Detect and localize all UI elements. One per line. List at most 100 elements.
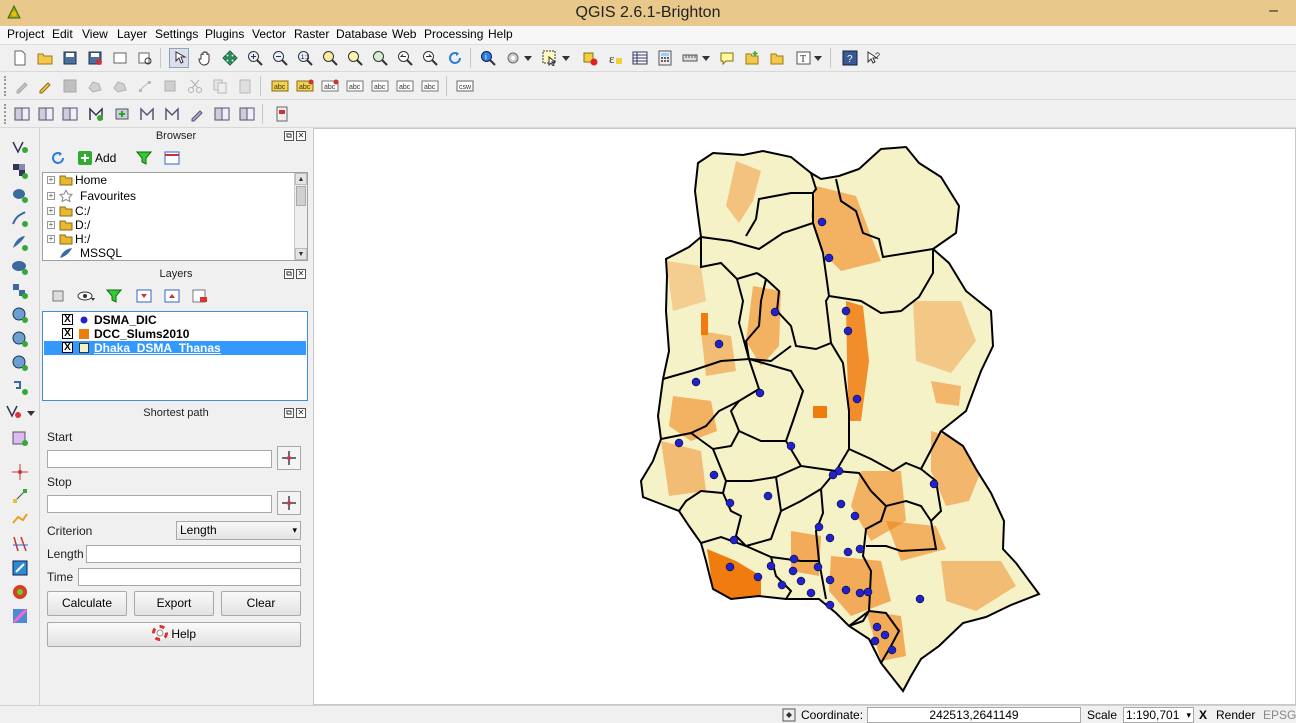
- pan-to-selection-icon[interactable]: [220, 48, 240, 68]
- zoom-to-layer-icon[interactable]: [370, 48, 390, 68]
- float-panel-icon[interactable]: ⧉: [284, 131, 294, 141]
- rotate-label-icon[interactable]: abc: [395, 76, 415, 96]
- whats-this-icon[interactable]: ?: [864, 48, 884, 68]
- run-feature-action-icon[interactable]: [503, 48, 523, 68]
- capture-point-icon[interactable]: [10, 462, 30, 482]
- layer-item-dhaka-thanas[interactable]: X Dhaka_DSMA_Thanas: [44, 341, 306, 355]
- menu-help[interactable]: Help: [488, 27, 513, 41]
- visibility-eye-icon[interactable]: [76, 286, 96, 306]
- expand-layers-icon[interactable]: [134, 286, 154, 306]
- float-panel-icon[interactable]: ⧉: [284, 408, 294, 418]
- layer-item-dsma-dic[interactable]: X DSMA_DIC: [44, 313, 306, 327]
- menu-web[interactable]: Web: [392, 27, 416, 41]
- zoom-in-icon[interactable]: [245, 48, 265, 68]
- toggle-extents-icon[interactable]: [782, 708, 796, 722]
- chevron-down-icon[interactable]: [522, 48, 534, 68]
- add-feature-icon[interactable]: [85, 76, 105, 96]
- text-annotation-icon[interactable]: T: [794, 48, 814, 68]
- save-as-icon[interactable]: [85, 48, 105, 68]
- tree-item-favourites[interactable]: + Favourites: [43, 189, 295, 204]
- export-button[interactable]: Export: [134, 591, 214, 616]
- expand-all-icon[interactable]: [48, 286, 68, 306]
- spatial-query-icon[interactable]: [10, 558, 30, 578]
- touch-zoom-pan-icon[interactable]: [169, 48, 189, 68]
- add-delimited-text-icon[interactable]: [237, 104, 257, 124]
- show-bookmarks-icon[interactable]: [767, 48, 787, 68]
- menu-edit[interactable]: Edit: [52, 27, 73, 41]
- add-raster-icon[interactable]: [10, 161, 30, 181]
- close-panel-icon[interactable]: ✕: [296, 408, 306, 418]
- tree-item-c-drive[interactable]: + C:/: [43, 204, 295, 219]
- refresh-browser-icon[interactable]: [48, 148, 68, 168]
- add-postgis-icon[interactable]: [10, 185, 30, 205]
- minimize-button[interactable]: –: [1269, 2, 1278, 20]
- add-raster-layer-icon[interactable]: [36, 104, 56, 124]
- delete-selected-icon[interactable]: [160, 76, 180, 96]
- time-field[interactable]: [78, 568, 301, 586]
- menu-project[interactable]: Project: [7, 27, 44, 41]
- layer-visibility-checkbox[interactable]: X: [62, 328, 73, 339]
- menu-settings[interactable]: Settings: [155, 27, 198, 41]
- map-tips-icon[interactable]: [717, 48, 737, 68]
- add-oracle-layer-icon[interactable]: [137, 104, 157, 124]
- layer-item-dcc-slums[interactable]: X DCC_Slums2010: [44, 327, 306, 341]
- filter-icon[interactable]: [134, 148, 154, 168]
- layer-visibility-checkbox[interactable]: X: [62, 314, 73, 325]
- show-hide-labels-icon[interactable]: abc: [345, 76, 365, 96]
- paste-features-icon[interactable]: [235, 76, 255, 96]
- layer-labeling-icon[interactable]: abc: [270, 76, 290, 96]
- menu-view[interactable]: View: [82, 27, 108, 41]
- browser-scrollbar[interactable]: ▲ ▼: [294, 173, 307, 260]
- heatmap-icon[interactable]: [10, 606, 30, 626]
- deselect-features-icon[interactable]: [580, 48, 600, 68]
- cut-features-icon[interactable]: [185, 76, 205, 96]
- add-spatialite-icon[interactable]: [10, 209, 30, 229]
- topology-checker-icon[interactable]: [10, 510, 30, 530]
- close-panel-icon[interactable]: ✕: [296, 131, 306, 141]
- new-bookmark-icon[interactable]: [742, 48, 762, 68]
- map-svg[interactable]: [314, 129, 1296, 706]
- length-field[interactable]: [86, 545, 301, 563]
- georeferencer-icon[interactable]: [10, 486, 30, 506]
- move-feature-icon[interactable]: [110, 76, 130, 96]
- collapse-layers-icon[interactable]: [162, 286, 182, 306]
- open-project-icon[interactable]: [35, 48, 55, 68]
- change-label-icon[interactable]: abc: [420, 76, 440, 96]
- add-virtual-layer-icon[interactable]: [10, 428, 30, 448]
- add-mssql-icon[interactable]: [10, 233, 30, 253]
- zoom-to-selection-icon[interactable]: [345, 48, 365, 68]
- zoom-next-icon[interactable]: [420, 48, 440, 68]
- move-label-icon[interactable]: abc: [370, 76, 390, 96]
- add-mssql-layer-icon[interactable]: [112, 104, 132, 124]
- add-wcs-layer-icon[interactable]: [187, 104, 207, 124]
- identify-features-icon[interactable]: i: [478, 48, 498, 68]
- tree-item-h-drive[interactable]: + H:/: [43, 232, 295, 247]
- attribute-table-icon[interactable]: [630, 48, 650, 68]
- metasearch-csw-icon[interactable]: csw: [455, 76, 475, 96]
- add-wms-icon[interactable]: [10, 281, 30, 301]
- highlight-pinned-labels-icon[interactable]: abc: [295, 76, 315, 96]
- add-button[interactable]: Add: [78, 148, 116, 168]
- menu-processing[interactable]: Processing: [424, 27, 483, 41]
- add-wfs-server-icon[interactable]: [10, 353, 30, 373]
- toggle-editing-icon[interactable]: [35, 76, 55, 96]
- clear-button[interactable]: Clear: [221, 591, 301, 616]
- stop-input[interactable]: [47, 495, 272, 513]
- add-oracle-icon[interactable]: [10, 257, 30, 277]
- collapse-all-icon[interactable]: [162, 148, 182, 168]
- add-wfs-icon[interactable]: [10, 329, 30, 349]
- add-postgis-layer-icon[interactable]: [60, 104, 80, 124]
- current-edits-icon[interactable]: [12, 76, 32, 96]
- road-graph-icon[interactable]: [10, 534, 30, 554]
- measure-line-icon[interactable]: [680, 48, 700, 68]
- calculate-button[interactable]: Calculate: [47, 591, 127, 616]
- add-vector-icon[interactable]: [10, 137, 30, 157]
- refresh-icon[interactable]: [445, 48, 465, 68]
- scale-combo[interactable]: 1:190,701 ▾: [1123, 707, 1194, 723]
- zoom-out-icon[interactable]: [270, 48, 290, 68]
- menu-vector[interactable]: Vector: [252, 27, 286, 41]
- chevron-down-icon[interactable]: [560, 48, 572, 68]
- gps-tools-icon[interactable]: [10, 582, 30, 602]
- chevron-down-icon[interactable]: [700, 48, 712, 68]
- new-shapefile-icon[interactable]: [272, 104, 292, 124]
